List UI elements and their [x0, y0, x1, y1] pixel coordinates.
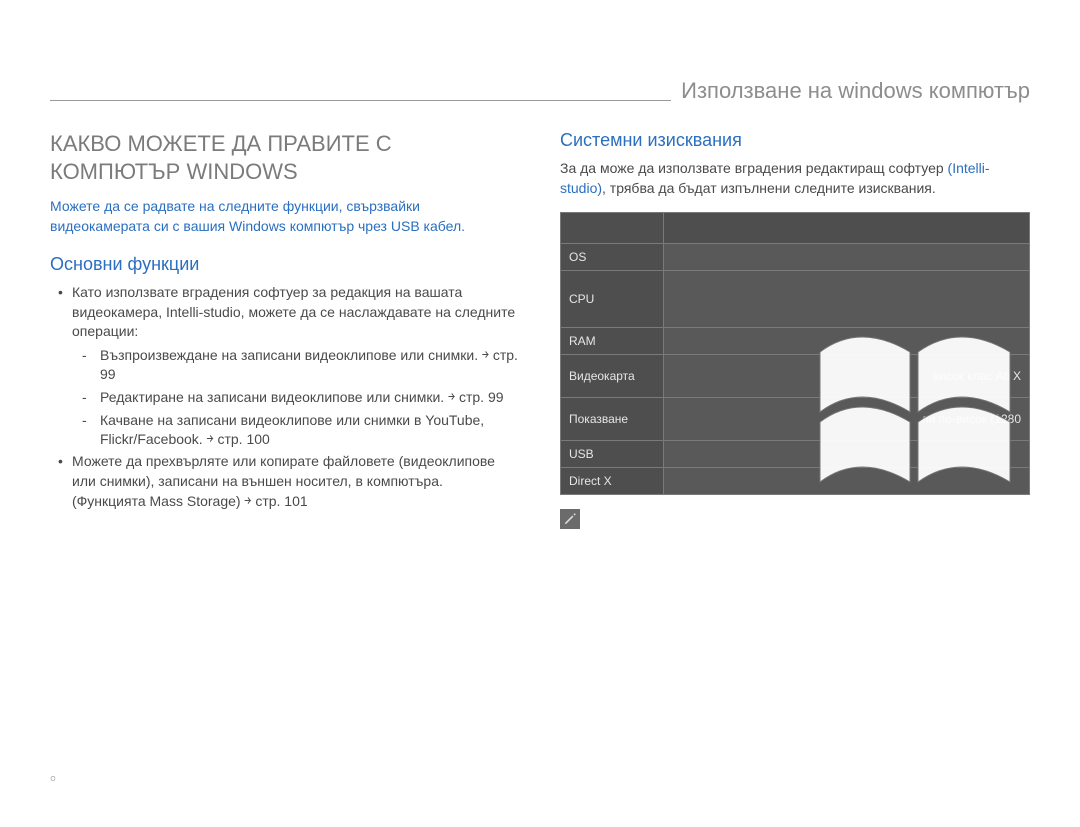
dash-list: Възпроизвеждане на записани видеоклипове…	[72, 346, 520, 448]
table-row: Видеокарта висок клас Ati X	[561, 355, 1030, 398]
intro-plain: За да може да използвате вградения редак…	[560, 160, 948, 176]
dash-item: Редактиране на записани видеоклипове или…	[100, 388, 520, 407]
row-value-directx	[664, 468, 1030, 495]
requirements-table-wrap: OS CPU RAM Видеокарта	[560, 212, 1030, 495]
table-header-left	[561, 213, 664, 244]
row-label-display: Показване	[561, 398, 664, 441]
bullet-item: Като използвате вградения софтуер за ред…	[72, 283, 520, 448]
dash-item: Възпроизвеждане на записани видеоклипове…	[100, 346, 520, 384]
table-row: Показване ли по-висок (1280	[561, 398, 1030, 441]
bullet-list: Като използвате вградения софтуер за ред…	[50, 283, 520, 511]
intro-tail: , трябва да бъдат изпълнени следните изи…	[602, 180, 936, 196]
bullet-item: Можете да прехвърляте или копирате файло…	[72, 452, 520, 511]
row-label-cpu: CPU	[561, 271, 664, 328]
row-value-cpu	[664, 271, 1030, 328]
row-value-ram	[664, 328, 1030, 355]
table-header-right	[664, 213, 1030, 244]
row-value-os	[664, 244, 1030, 271]
section-title: КАКВО МОЖЕТЕ ДА ПРАВИТЕ С КОМПЮТЪР WINDO…	[50, 130, 520, 185]
row-label-gpu: Видеокарта	[561, 355, 664, 398]
table-row: OS	[561, 244, 1030, 271]
sub-heading-main-functions: Основни функции	[50, 254, 520, 275]
note-icon	[560, 509, 580, 529]
chapter-title: Използване на windows компютър	[671, 78, 1030, 104]
table-row: CPU	[561, 271, 1030, 328]
row-label-usb: USB	[561, 441, 664, 468]
system-req-intro: За да може да използвате вградения редак…	[560, 159, 1030, 198]
sub-heading-system-req: Системни изисквания	[560, 130, 1030, 151]
dash-item: Качване на записани видеоклипове или сни…	[100, 411, 520, 449]
left-column: КАКВО МОЖЕТЕ ДА ПРАВИТЕ С КОМПЮТЪР WINDO…	[50, 130, 520, 531]
requirements-table: OS CPU RAM Видеокарта	[560, 212, 1030, 495]
row-label-ram: RAM	[561, 328, 664, 355]
row-label-directx: Direct X	[561, 468, 664, 495]
row-label-os: OS	[561, 244, 664, 271]
row-value-gpu: висок клас Ati X	[664, 355, 1030, 398]
row-value-display: ли по-висок (1280	[664, 398, 1030, 441]
right-column: Системни изисквания За да може да използ…	[560, 130, 1030, 531]
table-row: USB	[561, 441, 1030, 468]
row-value-usb	[664, 441, 1030, 468]
section-intro: Можете да се радвате на следните функции…	[50, 197, 520, 236]
page-number: ￮	[50, 770, 56, 787]
table-row: RAM	[561, 328, 1030, 355]
table-row: Direct X	[561, 468, 1030, 495]
bullet-text: Като използвате вградения софтуер за ред…	[72, 284, 515, 339]
